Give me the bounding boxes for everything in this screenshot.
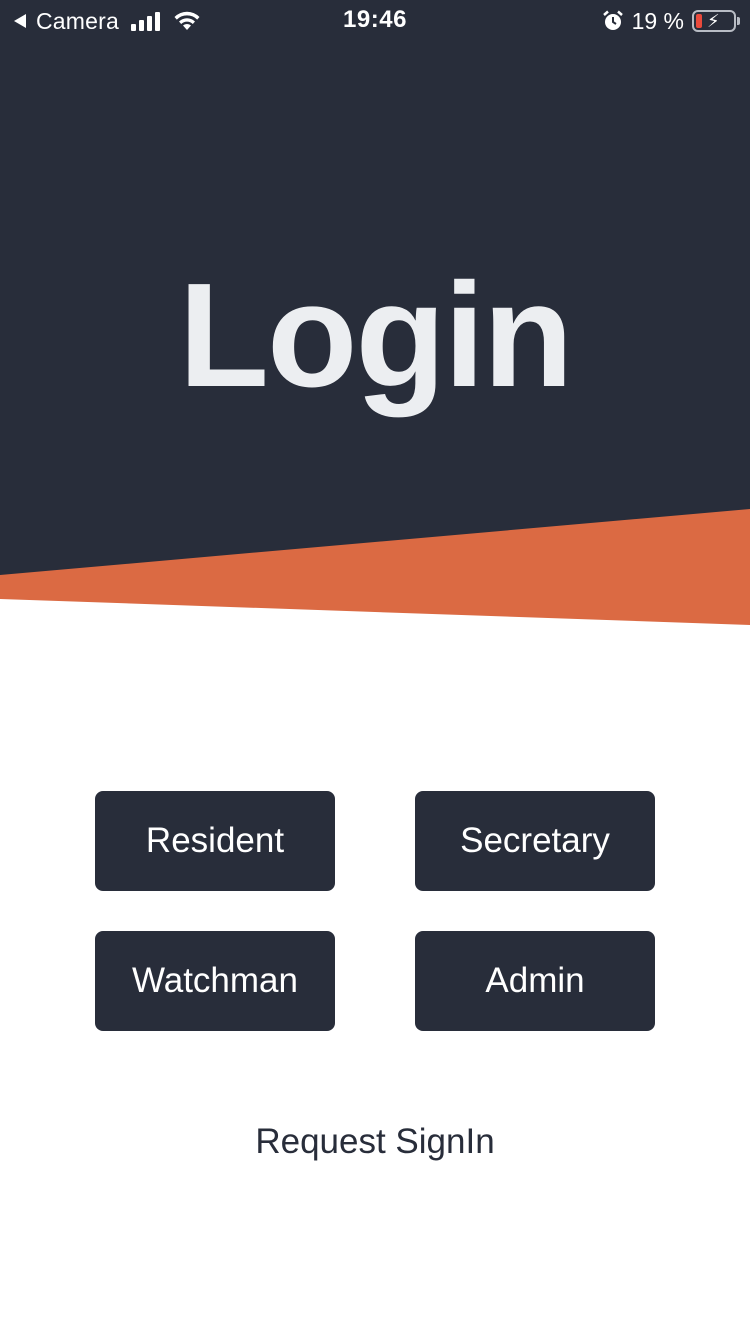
status-bar: Camera 19:46 19 % ⚡	[0, 0, 750, 40]
status-right: 19 % ⚡	[602, 6, 740, 36]
secretary-button[interactable]: Secretary	[415, 791, 655, 891]
alarm-icon	[602, 10, 623, 30]
charging-bolt-icon: ⚡	[707, 11, 720, 31]
admin-button[interactable]: Admin	[415, 931, 655, 1031]
page-title: Login	[178, 253, 574, 418]
watchman-button[interactable]: Watchman	[95, 931, 335, 1031]
battery-charging-icon: ⚡	[692, 10, 740, 32]
battery-percent: 19 %	[631, 7, 684, 34]
resident-button[interactable]: Resident	[95, 791, 335, 891]
login-screen: Camera 19:46 19 % ⚡ Login Resident Secre…	[0, 0, 750, 1334]
battery-level-fill	[696, 14, 702, 28]
request-signin-link[interactable]: Request SignIn	[0, 1122, 750, 1162]
